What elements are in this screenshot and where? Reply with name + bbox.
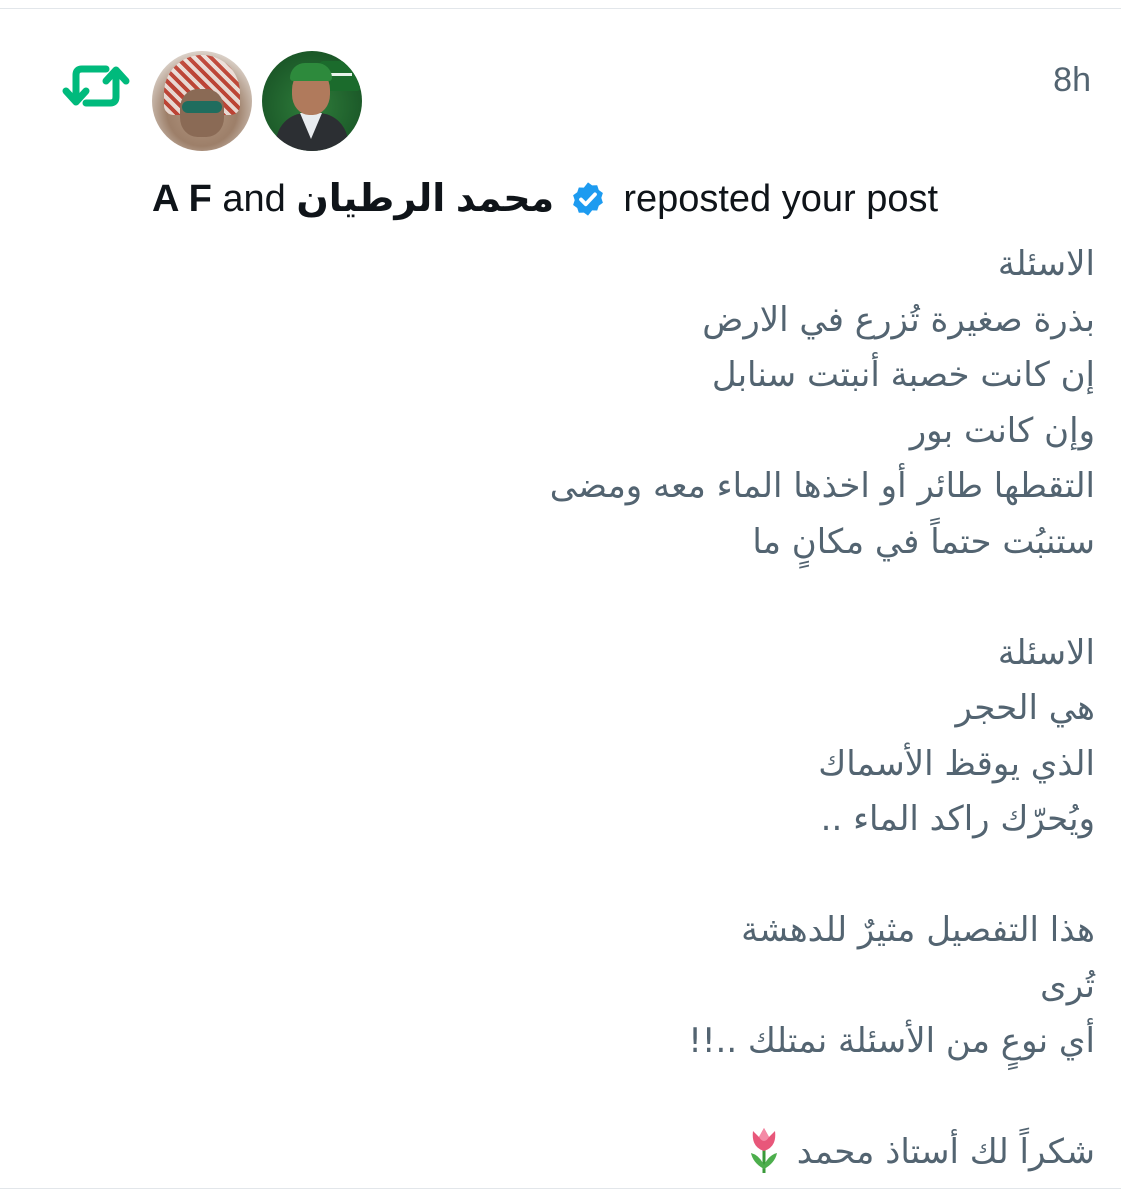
actor-name-1[interactable]: A F — [152, 178, 212, 220]
timestamp: 8h — [1053, 61, 1091, 99]
post-line: ستنبُت حتماً في مكانٍ ما — [752, 521, 1095, 562]
post-line: هذا التفصيل مثيرٌ للدهشة — [741, 910, 1095, 950]
post-line: أي نوعٍ من الأسئلة نمتلك ..!! — [688, 1021, 1095, 1061]
connector-text: and — [222, 178, 286, 220]
repost-icon — [62, 65, 130, 107]
post-line: الاسئلة — [997, 244, 1095, 284]
post-line: الذي يوقظ الأسماك — [818, 743, 1095, 784]
post-line: ويُحرّك راكد الماء .. — [820, 799, 1095, 839]
post-line-blank — [35, 570, 1095, 626]
verified-badge-icon — [572, 182, 603, 216]
post-line-thanks: شكراً لك أستاذ محمد — [35, 1125, 1095, 1181]
post-line: بذرة صغيرة تُزرع في الارض — [702, 299, 1095, 340]
post-line: وإن كانت بور — [909, 410, 1095, 451]
post-line-blank — [35, 848, 1095, 904]
repost-notification[interactable]: 8h A F and محمد الرطيان reposted your po… — [0, 9, 1121, 1188]
post-line: هي الحجر — [955, 688, 1095, 728]
actor-avatars — [152, 51, 362, 151]
thanks-text: شكراً لك أستاذ محمد — [796, 1132, 1095, 1172]
post-line: الاسئلة — [997, 632, 1095, 673]
avatar-a-f[interactable] — [152, 51, 252, 151]
avatar-mohammed-alrutayan[interactable] — [262, 51, 362, 151]
tulip-icon — [750, 1128, 777, 1173]
notification-headline: A F and محمد الرطيان reposted your post — [152, 171, 938, 227]
post-text[interactable]: الاسئلة بذرة صغيرة تُزرع في الارض إن كان… — [35, 237, 1095, 1181]
post-line: التقطها طائر أو اخذها الماء معه ومضى — [549, 466, 1095, 506]
action-text: reposted your post — [623, 178, 939, 220]
post-line-blank — [35, 1070, 1095, 1126]
bottom-divider — [0, 1188, 1121, 1189]
actor-name-2[interactable]: محمد الرطيان — [296, 178, 554, 220]
post-line: تُرى — [1040, 965, 1095, 1006]
post-line: إن كانت خصبة أنبتت سنابل — [711, 355, 1095, 395]
